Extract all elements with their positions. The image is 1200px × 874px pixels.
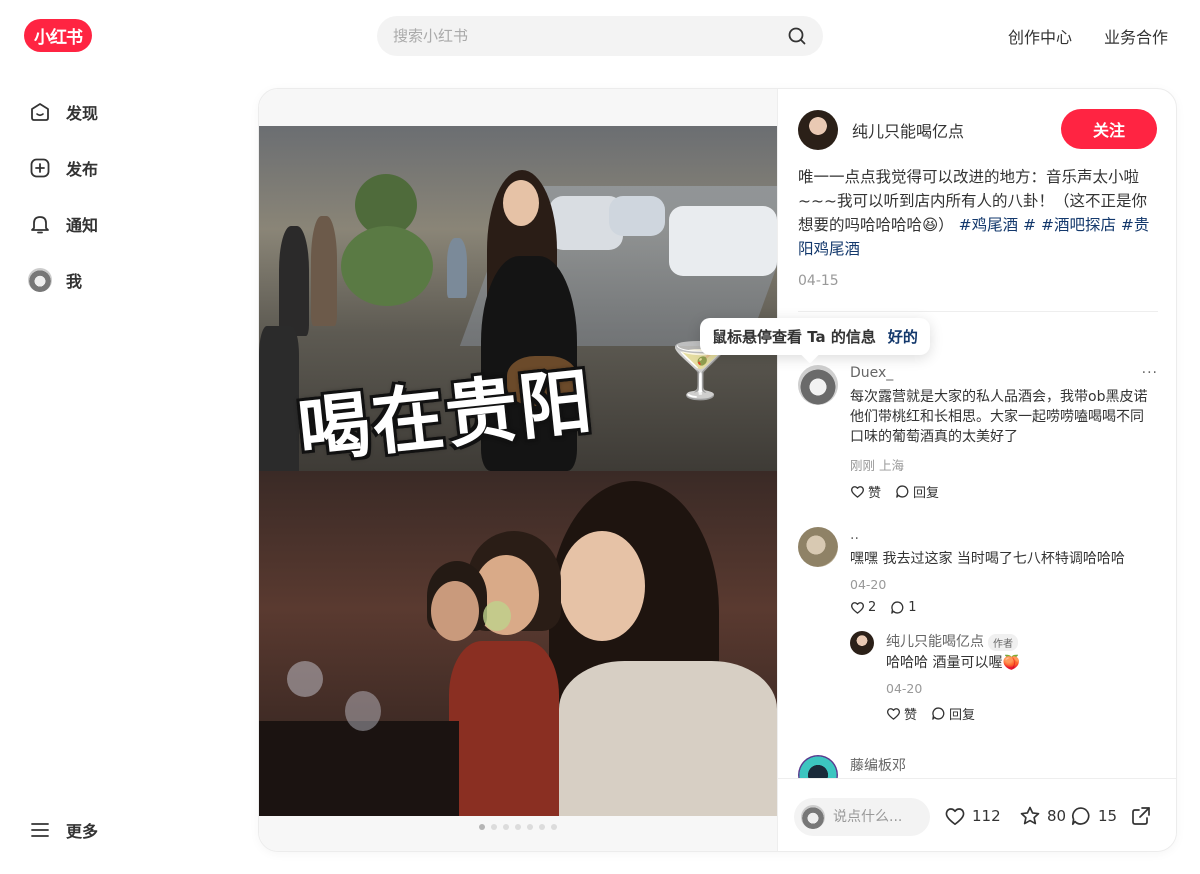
engagement-bar: 112 80 15 (778, 778, 1176, 851)
author-info[interactable]: 纯儿只能喝亿点 (798, 110, 964, 150)
publish-icon (28, 156, 52, 180)
reply-meta: 04-20 (886, 681, 923, 696)
sidebar-item-me[interactable]: 我 (28, 260, 82, 300)
reply-label: 回复 (913, 486, 940, 501)
author-avatar[interactable] (798, 110, 838, 150)
comment-count: 15 (1098, 807, 1118, 825)
note-detail-card: 喝在贵阳 🍸 纯儿只能喝亿点 关注 唯一一点点我觉得可以改进的地方：音乐声太小啦… (258, 88, 1177, 852)
hover-tip-tooltip: 鼠标悬停查看 Ta 的信息 好的 (700, 318, 930, 355)
note-side-panel: 纯儿只能喝亿点 关注 唯一一点点我觉得可以改进的地方：音乐声太小啦~~~我可以听… (700, 89, 1176, 851)
heart-icon (945, 808, 965, 826)
collect-button[interactable]: 80 (1019, 805, 1066, 827)
reply-label: 回复 (949, 708, 976, 723)
comment-avatar[interactable] (798, 365, 838, 405)
like-label: 赞 (868, 486, 882, 501)
avatar (28, 268, 52, 292)
reply-author[interactable]: 纯儿只能喝亿点 (886, 634, 984, 650)
comment-author[interactable]: 藤编板邓 (850, 755, 1156, 775)
heart-icon (850, 602, 865, 614)
comment-icon (1071, 807, 1090, 826)
sidebar-item-label: 更多 (66, 822, 99, 841)
follow-button[interactable]: 关注 (1061, 109, 1157, 149)
comment-author[interactable]: Duex_ (850, 365, 1156, 385)
menu-icon (28, 818, 52, 842)
carousel-dot[interactable] (551, 824, 557, 830)
tooltip-text: 鼠标悬停查看 Ta 的信息 (712, 328, 876, 346)
bell-icon (28, 212, 52, 236)
hashtag[interactable]: #酒吧探店 (1041, 216, 1116, 234)
hashtag[interactable]: #鸡尾酒 (959, 216, 1019, 234)
divider (798, 311, 1158, 312)
heart-icon (850, 486, 865, 498)
sidebar-item-more[interactable]: 更多 (28, 810, 98, 850)
discover-icon (28, 100, 52, 124)
carousel-dot[interactable] (527, 824, 533, 830)
reply-button[interactable]: 回复 (931, 704, 975, 723)
comment-input-box[interactable] (794, 798, 930, 836)
comment-input[interactable] (833, 809, 923, 825)
star-icon (1020, 806, 1040, 825)
like-label: 赞 (904, 708, 918, 723)
collect-count: 80 (1047, 807, 1067, 825)
author-badge: 作者 (988, 633, 1018, 651)
reply-count: 1 (908, 600, 917, 615)
sidebar-item-publish[interactable]: 发布 (28, 148, 98, 188)
comment-author[interactable]: .. (850, 527, 1156, 547)
comment-count-button[interactable]: 15 (1070, 805, 1117, 827)
comment-text: 每次露营就是大家的私人品酒会，我带ob黑皮诺他们带桃红和长相思。大家一起唠唠嗑喝… (850, 389, 1148, 445)
more-options-icon[interactable]: ··· (1142, 365, 1158, 381)
like-count: 112 (972, 807, 1001, 825)
carousel-dots[interactable] (259, 824, 777, 830)
search-bar[interactable] (377, 16, 823, 56)
sidebar-item-discover[interactable]: 发现 (28, 92, 98, 132)
sidebar-item-label: 通知 (66, 216, 99, 235)
like-button[interactable]: 2 (850, 600, 876, 615)
nav-business[interactable]: 业务合作 (1104, 24, 1168, 48)
reply-text: 哈哈哈 酒量可以喔🍑 (886, 655, 1020, 671)
comment-icon (932, 707, 945, 720)
like-count: 2 (868, 600, 877, 615)
like-note-button[interactable]: 112 (944, 805, 1001, 827)
note-date: 04-15 (798, 273, 839, 289)
sidebar-item-notifications[interactable]: 通知 (28, 204, 98, 244)
carousel-dot[interactable] (503, 824, 509, 830)
comment-icon (891, 601, 904, 614)
like-button[interactable]: 赞 (850, 482, 881, 501)
comment-meta: 04-20 (850, 577, 887, 592)
hashtag[interactable]: # (1023, 216, 1036, 234)
author-name[interactable]: 纯儿只能喝亿点 (852, 118, 964, 142)
nav-creator-center[interactable]: 创作中心 (1008, 24, 1072, 48)
reply-avatar[interactable] (850, 631, 874, 655)
comment-icon (896, 485, 909, 498)
tooltip-ok-button[interactable]: 好的 (888, 326, 918, 347)
search-input[interactable] (393, 27, 787, 45)
like-button[interactable]: 赞 (886, 704, 917, 723)
reply-button[interactable]: 1 (890, 600, 917, 615)
sidebar-item-label: 我 (66, 272, 83, 291)
logo[interactable]: 小红书 (24, 19, 92, 52)
comment-meta: 刚刚 上海 (850, 458, 904, 473)
comment-text: 嘿嘿 我去过这家 当时喝了七八杯特调哈哈哈 (850, 551, 1125, 567)
note-description: 唯一一点点我觉得可以改进的地方：音乐声太小啦~~~我可以听到店内所有人的八卦！（… (798, 165, 1158, 261)
carousel-dot[interactable] (539, 824, 545, 830)
carousel-dot[interactable] (515, 824, 521, 830)
share-icon (1132, 807, 1150, 825)
avatar (801, 805, 825, 829)
sidebar-item-label: 发布 (66, 160, 99, 179)
photo-bar-scene (259, 471, 777, 816)
reply-button[interactable]: 回复 (895, 482, 939, 501)
carousel-dot[interactable] (479, 824, 485, 830)
note-media[interactable]: 喝在贵阳 🍸 (259, 89, 777, 851)
sidebar-item-label: 发现 (66, 104, 99, 123)
carousel-dot[interactable] (491, 824, 497, 830)
comment-avatar[interactable] (798, 527, 838, 567)
share-button[interactable] (1130, 805, 1152, 827)
search-icon[interactable] (787, 26, 807, 46)
heart-icon (886, 708, 901, 720)
